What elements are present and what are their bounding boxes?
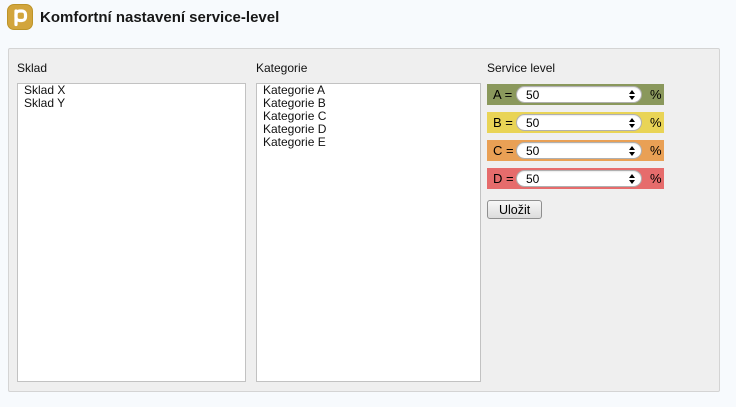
page-title: Komfortní nastavení service-level bbox=[40, 9, 279, 26]
kategorie-column: Kategorie Kategorie A Kategorie B Katego… bbox=[256, 61, 481, 382]
value-stepper[interactable] bbox=[629, 143, 635, 158]
service-level-row: A = % bbox=[487, 84, 664, 105]
service-level-row-label: C = bbox=[493, 143, 516, 158]
percent-label: % bbox=[650, 171, 662, 186]
service-level-row-label: A = bbox=[493, 87, 516, 102]
stepper-up-icon[interactable] bbox=[629, 118, 635, 122]
sklad-column: Sklad Sklad X Sklad Y bbox=[17, 61, 246, 382]
value-stepper[interactable] bbox=[629, 171, 635, 186]
service-value-input[interactable] bbox=[517, 116, 618, 130]
settings-panel: Sklad Sklad X Sklad Y Kategorie Kategori… bbox=[8, 48, 720, 392]
service-value-field bbox=[516, 86, 642, 103]
p-logo-icon bbox=[7, 4, 33, 30]
service-level-row: B = % bbox=[487, 112, 664, 133]
service-value-input[interactable] bbox=[517, 172, 618, 186]
service-level-rows: A = % B = bbox=[487, 84, 669, 196]
service-value-input[interactable] bbox=[517, 88, 618, 102]
stepper-down-icon[interactable] bbox=[629, 124, 635, 128]
service-level-row: C = % bbox=[487, 140, 664, 161]
percent-label: % bbox=[650, 115, 662, 130]
kategorie-list-item[interactable]: Kategorie E bbox=[257, 136, 480, 149]
header: Komfortní nastavení service-level bbox=[7, 4, 279, 30]
kategorie-label: Kategorie bbox=[256, 61, 481, 75]
stepper-up-icon[interactable] bbox=[629, 174, 635, 178]
kategorie-listbox[interactable]: Kategorie A Kategorie B Kategorie C Kate… bbox=[256, 83, 481, 382]
service-level-row-label: B = bbox=[493, 115, 516, 130]
stepper-down-icon[interactable] bbox=[629, 180, 635, 184]
sklad-list-item[interactable]: Sklad Y bbox=[18, 97, 245, 110]
sklad-listbox[interactable]: Sklad X Sklad Y bbox=[17, 83, 246, 382]
stepper-up-icon[interactable] bbox=[629, 146, 635, 150]
service-level-column: Service level A = % B = bbox=[487, 61, 669, 219]
service-level-row-label: D = bbox=[493, 171, 516, 186]
service-level-row: D = % bbox=[487, 168, 664, 189]
stepper-up-icon[interactable] bbox=[629, 90, 635, 94]
service-level-label: Service level bbox=[487, 61, 669, 75]
sklad-label: Sklad bbox=[17, 61, 246, 75]
service-value-field bbox=[516, 114, 642, 131]
value-stepper[interactable] bbox=[629, 87, 635, 102]
percent-label: % bbox=[650, 143, 662, 158]
percent-label: % bbox=[650, 87, 662, 102]
stepper-down-icon[interactable] bbox=[629, 152, 635, 156]
save-button[interactable]: Uložit bbox=[487, 200, 542, 219]
value-stepper[interactable] bbox=[629, 115, 635, 130]
service-value-field bbox=[516, 142, 642, 159]
service-value-field bbox=[516, 170, 642, 187]
stepper-down-icon[interactable] bbox=[629, 96, 635, 100]
service-value-input[interactable] bbox=[517, 144, 618, 158]
